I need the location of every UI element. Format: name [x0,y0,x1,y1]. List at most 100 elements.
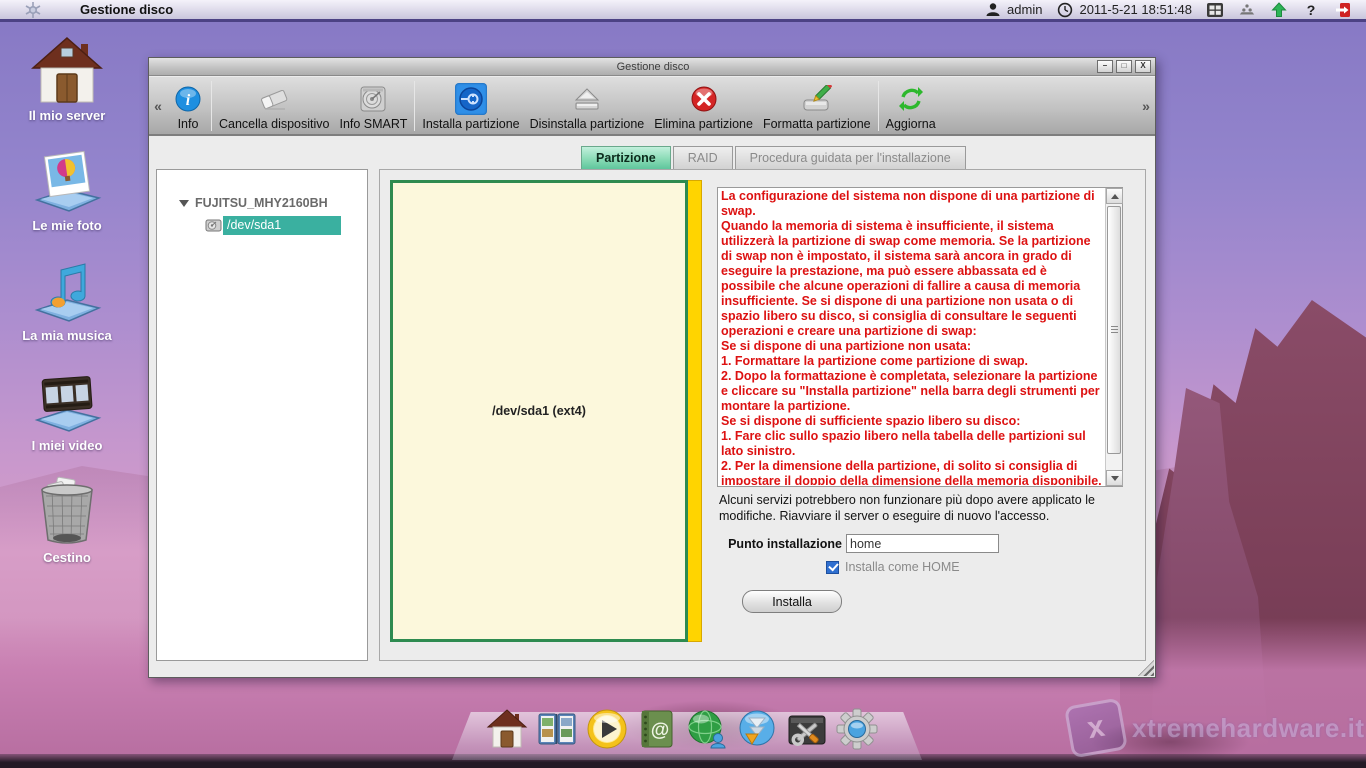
window-grid-icon[interactable] [1206,1,1224,19]
desktop-icon-label: Le mie foto [15,218,119,233]
tab-raid[interactable]: RAID [673,146,733,169]
watermark: x xtremehardware.it [1068,702,1364,754]
watermark-text: xtremehardware.it [1132,713,1364,744]
top-menu-bar: Gestione disco admin 2011-5-21 18:51:48 … [0,0,1366,22]
logout-icon[interactable] [1334,1,1352,19]
toolbar-label: Installa partizione [422,117,519,131]
eject-icon [571,83,603,115]
dock-disk-tools-icon[interactable] [786,702,828,750]
tab-install-wizard[interactable]: Procedura guidata per l'installazione [735,146,966,169]
mount-point-label: Punto installazione [710,537,842,551]
dock-media-player-icon[interactable] [586,702,628,750]
install-home-checkbox[interactable] [826,561,839,574]
scroll-up-button[interactable] [1106,188,1123,204]
toolbar-separator [211,81,212,131]
device-tree-panel: FUJITSU_MHY2160BH /dev/sda1 [156,169,368,661]
up-arrow-icon[interactable] [1270,1,1288,19]
device-name: FUJITSU_MHY2160BH [195,196,328,210]
tree-device-node[interactable]: FUJITSU_MHY2160BH [179,196,367,210]
toolbar: « i Info Cancella dispositivo Info SMART [149,77,1155,136]
dock-address-book-icon[interactable]: @ [636,702,678,750]
partition-name-selected: /dev/sda1 [223,216,341,235]
toolbar-scroll-right[interactable]: » [1137,98,1155,114]
svg-text:i: i [186,92,191,109]
user-menu[interactable]: admin [984,1,1042,19]
minimize-button[interactable]: – [1097,60,1113,73]
close-button[interactable]: X [1135,60,1151,73]
toolbar-refresh-button[interactable]: Aggiorna [881,78,941,134]
desktop-icon-server[interactable]: Il mio server [15,36,119,123]
system-logo-icon[interactable] [24,1,42,19]
smart-disk-icon [357,83,389,115]
install-home-row: Installa come HOME [826,560,960,574]
dock-home-icon[interactable] [486,702,528,750]
disk-icon [205,218,223,233]
scrollbar[interactable] [1105,188,1122,486]
svg-text:@: @ [651,720,670,741]
toolbar-label: Elimina partizione [654,117,753,131]
clock-area: 2011-5-21 18:51:48 [1056,1,1192,19]
toolbar-label: Disinstalla partizione [530,117,645,131]
toolbar-label: Aggiorna [886,117,936,131]
stack-icon[interactable] [1238,1,1256,19]
toolbar-label: Info SMART [339,117,407,131]
info-icon: i [172,83,204,115]
toolbar-unmount-partition-button[interactable]: Disinstalla partizione [525,78,650,134]
dock-network-globe-icon[interactable] [686,702,728,750]
partition-block-label: /dev/sda1 (ext4) [492,404,586,418]
user-icon [984,1,1002,19]
toolbar-mount-partition-button[interactable]: Installa partizione [417,78,524,134]
toolbar-format-partition-button[interactable]: Formatta partizione [758,78,876,134]
maximize-button[interactable]: □ [1116,60,1132,73]
refresh-icon [895,83,927,115]
app-title: Gestione disco [80,2,173,17]
toolbar-separator [878,81,879,131]
services-notice-text: Alcuni servizi potrebbero non funzionare… [719,492,1133,524]
dock-download-icon[interactable] [736,702,778,750]
partition-block-sda1[interactable]: /dev/sda1 (ext4) [390,180,688,642]
mount-partition-icon [455,83,487,115]
dock-photo-album-icon[interactable] [536,702,578,750]
tree-expand-caret-icon[interactable] [179,200,189,207]
mount-point-input[interactable] [846,534,999,553]
dock-settings-gear-icon[interactable] [836,702,878,750]
datetime: 2011-5-21 18:51:48 [1079,2,1192,17]
toolbar-label: Info [178,117,199,131]
photos-icon [31,148,103,214]
desktop-icon-photos[interactable]: Le mie foto [15,148,119,233]
toolbar-smart-info-button[interactable]: Info SMART [334,78,412,134]
toolbar-scroll-left[interactable]: « [149,98,167,114]
partition-content-panel: /dev/sda1 (ext4) La configurazione del s… [379,169,1146,661]
install-button[interactable]: Installa [742,590,842,613]
username: admin [1007,2,1042,17]
watermark-logo-icon: x [1064,698,1128,759]
scroll-down-button[interactable] [1106,470,1123,486]
help-icon[interactable]: ? [1302,1,1320,19]
toolbar-delete-partition-button[interactable]: Elimina partizione [649,78,758,134]
clock-icon [1056,1,1074,19]
video-icon [31,368,103,434]
trash-icon [34,476,100,546]
toolbar-label: Cancella dispositivo [219,117,329,131]
desktop-icon-label: Cestino [15,550,119,565]
toolbar-separator [414,81,415,131]
delete-icon [688,83,720,115]
dock: @ [486,702,878,750]
desktop-icon-trash[interactable]: Cestino [15,476,119,565]
desktop-icon-videos[interactable]: I miei video [15,368,119,453]
format-icon [801,83,833,115]
tab-bar: Partizione RAID Procedura guidata per l'… [581,146,968,169]
scrollbar-thumb[interactable] [1107,206,1121,454]
tree-partition-node[interactable]: /dev/sda1 [205,216,367,235]
toolbar-erase-device-button[interactable]: Cancella dispositivo [214,78,334,134]
partition-map: /dev/sda1 (ext4) [390,180,702,642]
tab-partizione[interactable]: Partizione [581,146,671,169]
desktop-icon-music[interactable]: La mia musica [15,258,119,343]
window-resize-grip[interactable] [1138,660,1154,676]
toolbar-label: Formatta partizione [763,117,871,131]
free-space-strip[interactable] [688,180,702,642]
toolbar-info-button[interactable]: i Info [167,78,209,134]
install-home-label: Installa come HOME [845,560,960,574]
eraser-icon [258,83,290,115]
window-titlebar[interactable]: Gestione disco – □ X [149,58,1155,76]
